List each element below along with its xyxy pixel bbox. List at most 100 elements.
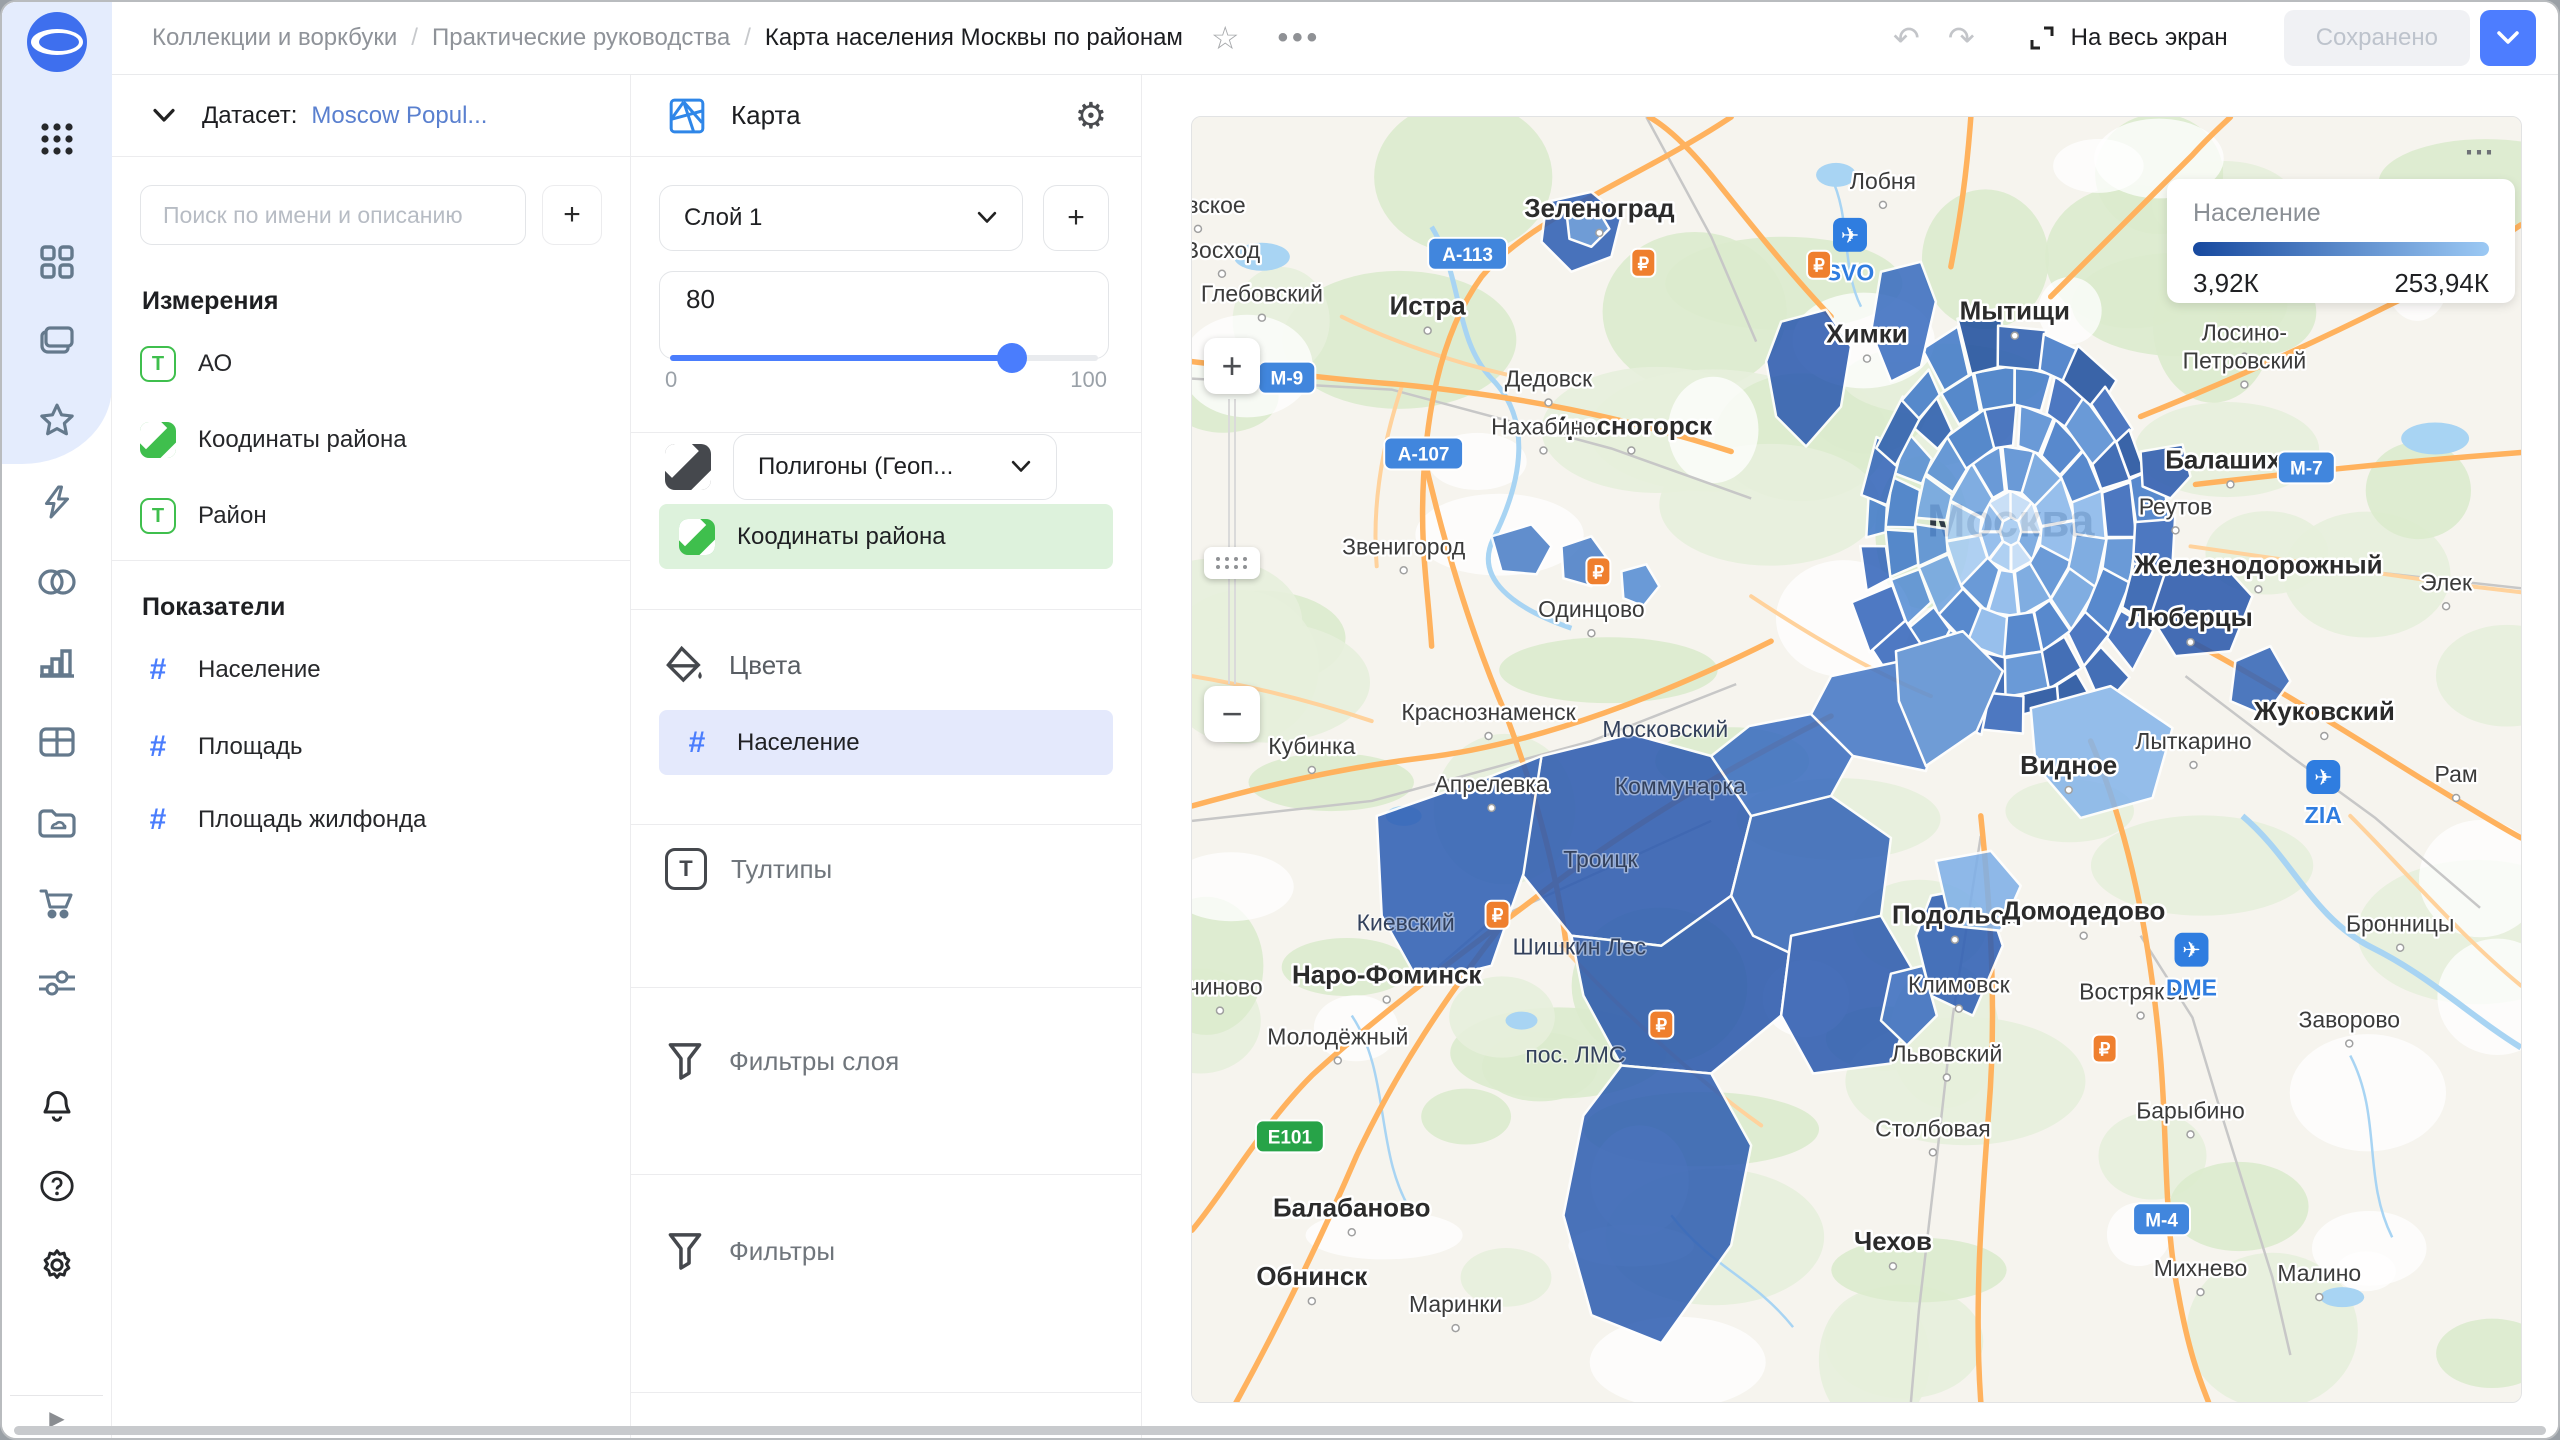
add-field-button[interactable]: + bbox=[542, 185, 602, 245]
saved-button[interactable]: Сохранено bbox=[2284, 10, 2470, 66]
geotype-select[interactable]: Полигоны (Геоп... bbox=[733, 434, 1057, 500]
save-dropdown-button[interactable] bbox=[2480, 10, 2536, 66]
place-dot bbox=[1334, 1057, 1341, 1064]
field-district-coordinates[interactable]: Коодинаты района bbox=[140, 408, 614, 472]
notifications-button[interactable] bbox=[2, 1071, 112, 1141]
chart-settings-gear-icon[interactable]: ⚙ bbox=[1075, 98, 1107, 134]
map-canvas[interactable]: МоскваЗеленоградХимкиМытищиБалашихаКрасн… bbox=[1192, 117, 2521, 1402]
sliders-icon bbox=[37, 967, 77, 999]
filters-section-header: Фильтры bbox=[665, 1227, 1113, 1275]
airport-code-label: SVO bbox=[1826, 260, 1874, 286]
chevron-down-icon bbox=[1010, 460, 1032, 474]
map-label: Малино bbox=[2277, 1260, 2361, 1286]
ruble-glyph: ₽ bbox=[1656, 1016, 1668, 1036]
map-zoom-handle[interactable] bbox=[1204, 547, 1260, 579]
fullscreen-button[interactable]: На весь экран bbox=[2029, 24, 2228, 52]
map-label: Киевский bbox=[1357, 910, 1455, 936]
map-label: Столбовая bbox=[1875, 1115, 1991, 1141]
add-layer-button[interactable]: + bbox=[1043, 185, 1109, 251]
ruble-glyph: ₽ bbox=[1492, 906, 1504, 926]
field-area[interactable]: # Площадь bbox=[140, 715, 614, 779]
geopolygon-field-pill[interactable]: Коодинаты района bbox=[659, 504, 1113, 569]
chevron-down-icon bbox=[152, 108, 176, 124]
field-label: Коодинаты района bbox=[737, 523, 946, 551]
sidebar-item-favorites[interactable] bbox=[2, 385, 112, 455]
place-dot bbox=[1951, 936, 1958, 943]
layer-row: Слой 1 + bbox=[659, 185, 1113, 251]
help-button[interactable] bbox=[2, 1151, 112, 1221]
undo-icon[interactable]: ↶ bbox=[1879, 22, 1934, 54]
layer-select[interactable]: Слой 1 bbox=[659, 185, 1023, 251]
dataset-name-link[interactable]: Moscow Popul... bbox=[311, 102, 487, 130]
sidebar-item-workbooks[interactable] bbox=[2, 307, 112, 377]
field-district[interactable]: T Район bbox=[140, 484, 614, 548]
stacked-folders-icon bbox=[38, 324, 76, 360]
field-label: Население bbox=[198, 656, 321, 684]
map-label: Шишкин Лес bbox=[1513, 934, 1647, 960]
road-shield-label: М-7 bbox=[2290, 458, 2323, 479]
page-title: Карта населения Москвы по районам bbox=[765, 24, 1183, 52]
apps-grid-icon[interactable] bbox=[2, 104, 112, 174]
sidebar-item-marketplace[interactable] bbox=[2, 868, 112, 938]
colors-field-pill[interactable]: # Население bbox=[659, 710, 1113, 775]
breadcrumb-guides[interactable]: Практические руководства bbox=[432, 24, 730, 52]
question-circle-icon bbox=[39, 1169, 75, 1203]
map-label: пос. ЛМС bbox=[1525, 1042, 1625, 1068]
place-dot bbox=[1258, 314, 1265, 321]
district-cell bbox=[1998, 326, 2046, 371]
redo-icon[interactable]: ↷ bbox=[1934, 22, 1989, 54]
sidebar-item-editor[interactable] bbox=[2, 467, 112, 537]
folder-cloud-icon bbox=[37, 807, 77, 839]
map-label: Петровский bbox=[2183, 348, 2307, 374]
map-label: Мытищи bbox=[1960, 296, 2070, 326]
map-chart-icon bbox=[667, 96, 707, 136]
opacity-value[interactable]: 80 bbox=[686, 284, 715, 315]
bell-icon bbox=[39, 1088, 75, 1124]
opacity-slider-track[interactable] bbox=[670, 355, 1098, 361]
field-housing-area[interactable]: # Площадь жилфонда bbox=[140, 788, 614, 852]
field-population[interactable]: # Население bbox=[140, 638, 614, 702]
place-dot bbox=[1488, 804, 1495, 811]
chart-type-label: Карта bbox=[731, 100, 801, 131]
field-ao[interactable]: T АО bbox=[140, 332, 614, 396]
breadcrumb-collections[interactable]: Коллекции и воркбуки bbox=[152, 24, 397, 52]
airplane-glyph: ✈ bbox=[2182, 938, 2200, 963]
place-dot bbox=[2227, 481, 2234, 488]
map-menu-dots-icon[interactable]: ⋯ bbox=[2464, 135, 2497, 170]
place-dot bbox=[1955, 1005, 1962, 1012]
sidebar-item-tables[interactable] bbox=[2, 707, 112, 777]
left-navigation-rail: ▶ bbox=[2, 2, 112, 1438]
geopolygon-section-icon bbox=[665, 444, 711, 490]
search-input[interactable] bbox=[140, 185, 526, 245]
map-zoom-out-button[interactable]: − bbox=[1204, 686, 1260, 742]
dataset-panel-header[interactable]: Датасет: Moscow Popul... bbox=[112, 75, 630, 157]
road-shield-label: М-4 bbox=[2145, 1210, 2178, 1231]
map-label: Видное bbox=[2020, 750, 2117, 780]
settings-button[interactable] bbox=[2, 1230, 112, 1300]
place-dot bbox=[1485, 733, 1492, 740]
sidebar-item-charts[interactable] bbox=[2, 627, 112, 697]
favorite-star-icon[interactable]: ☆ bbox=[1211, 22, 1240, 54]
chart-type-header: Карта ⚙ bbox=[631, 75, 1141, 157]
field-label: АО bbox=[198, 350, 232, 378]
layer-filters-title: Фильтры слоя bbox=[729, 1046, 899, 1077]
paint-bucket-icon bbox=[665, 645, 705, 685]
horizontal-scrollbar[interactable] bbox=[14, 1426, 2546, 1435]
chevron-down-icon bbox=[976, 211, 998, 225]
sidebar-item-storage[interactable] bbox=[2, 788, 112, 858]
map-zoom-track[interactable] bbox=[1228, 399, 1236, 684]
tooltips-section-header: T Тултипы bbox=[665, 845, 1113, 893]
sidebar-item-connections[interactable] bbox=[2, 547, 112, 617]
number-type-icon: # bbox=[679, 726, 715, 760]
map-label: Московский bbox=[1602, 716, 1728, 742]
funnel-icon bbox=[665, 1230, 705, 1272]
place-dot bbox=[1588, 630, 1595, 637]
more-actions-icon[interactable]: ••• bbox=[1278, 21, 1322, 55]
map-zoom-in-button[interactable]: + bbox=[1204, 338, 1260, 394]
sidebar-item-dashboards[interactable] bbox=[2, 227, 112, 297]
place-dot bbox=[2316, 1294, 2323, 1301]
map-label: тровское bbox=[1192, 192, 1246, 218]
datalens-logo[interactable] bbox=[2, 7, 112, 77]
sidebar-item-services[interactable] bbox=[2, 948, 112, 1018]
opacity-min-label: 0 bbox=[665, 367, 677, 393]
